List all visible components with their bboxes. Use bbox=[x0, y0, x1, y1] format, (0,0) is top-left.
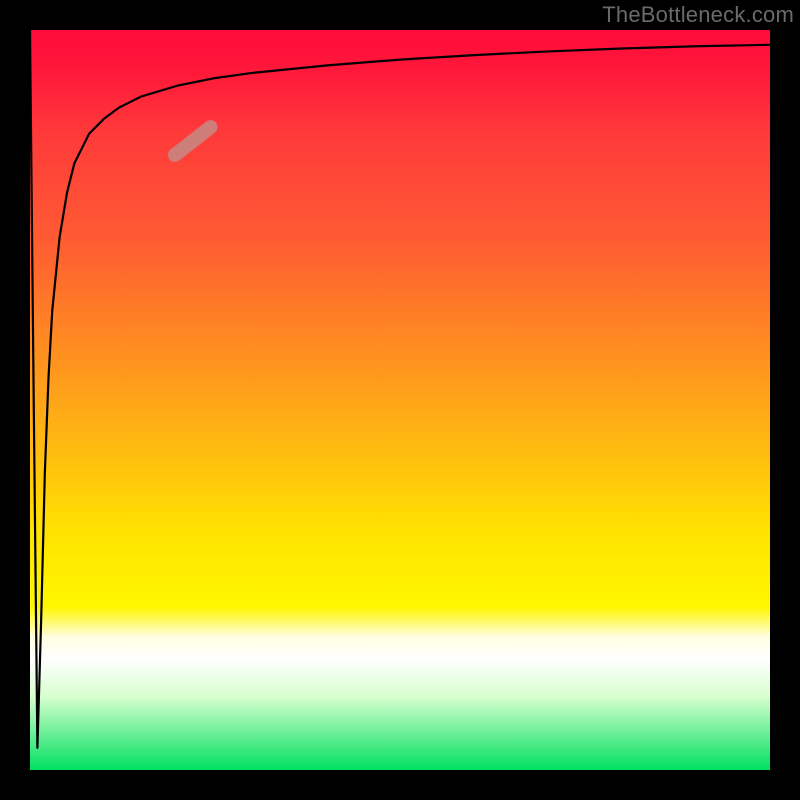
highlight-marker bbox=[165, 117, 220, 164]
plot-area bbox=[30, 30, 770, 770]
watermark-text: TheBottleneck.com bbox=[602, 2, 794, 28]
curve-svg bbox=[30, 30, 770, 770]
chart-frame: TheBottleneck.com bbox=[0, 0, 800, 800]
bottleneck-curve bbox=[30, 30, 770, 748]
